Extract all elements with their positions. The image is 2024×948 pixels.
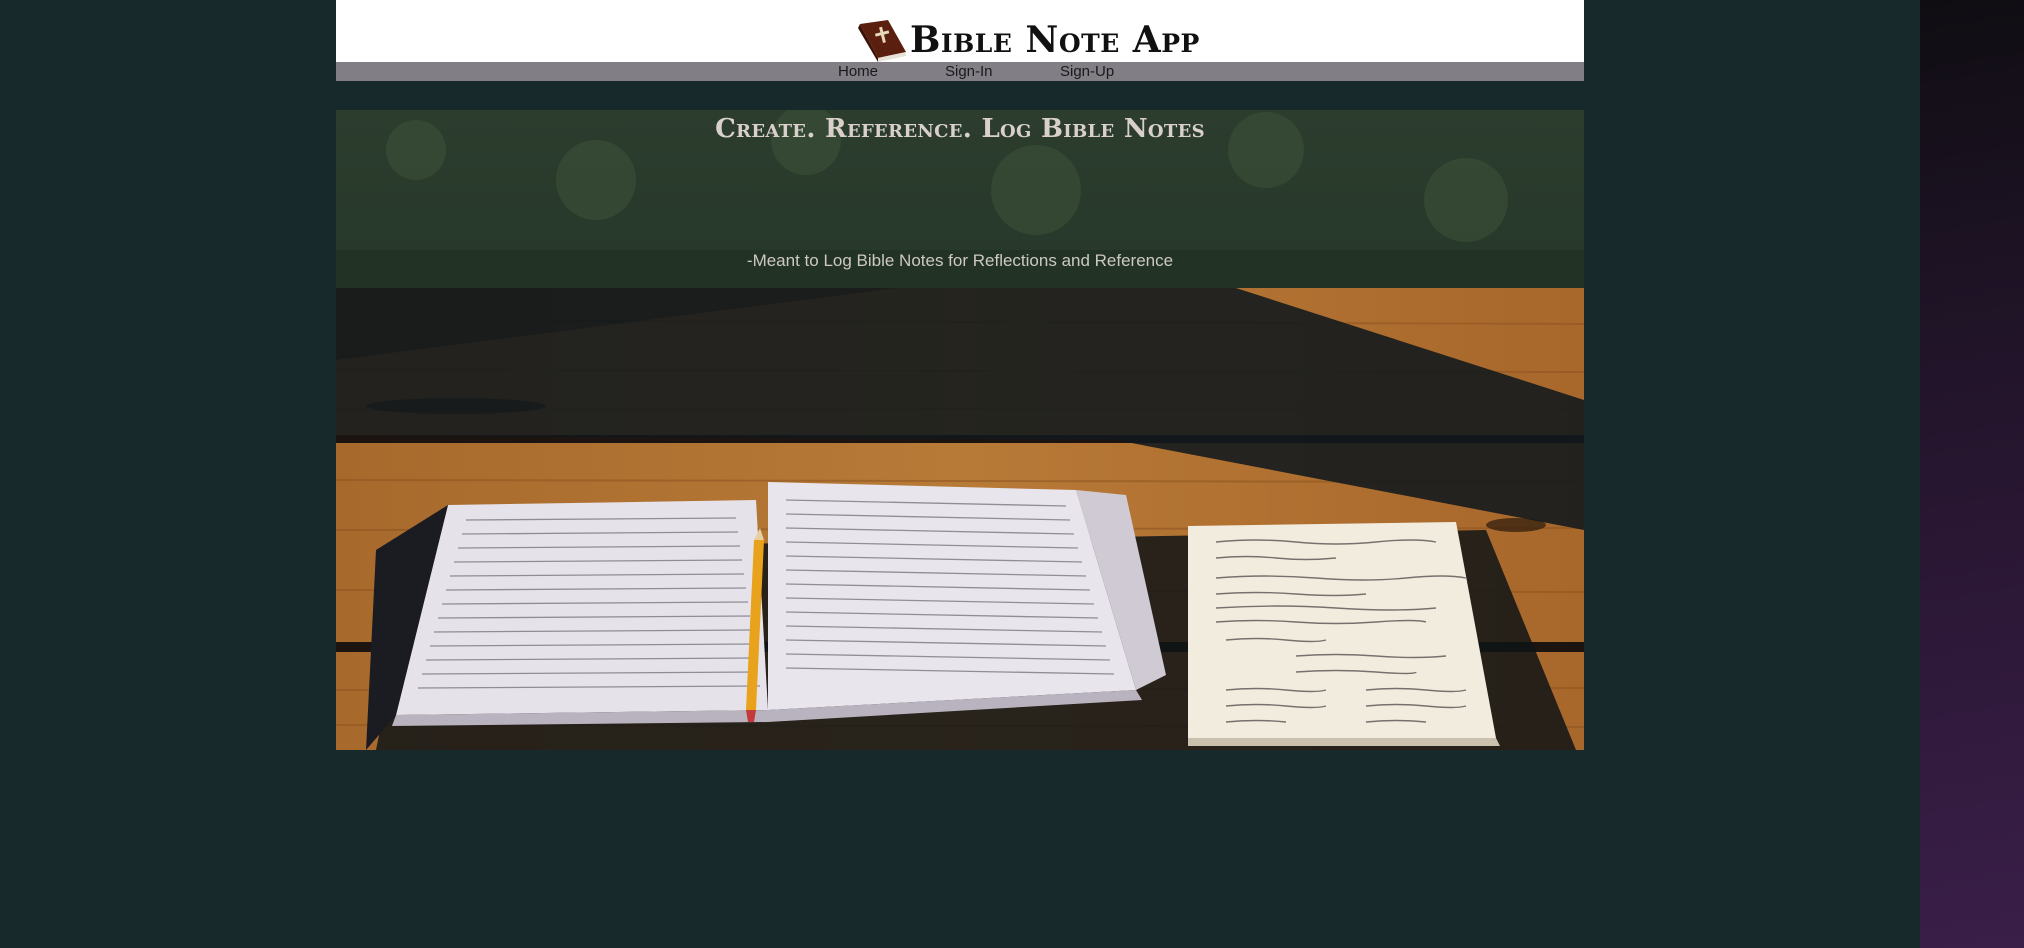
hero-title: Create. Reference. Log Bible Notes bbox=[715, 114, 1205, 144]
bible-book-icon bbox=[858, 20, 906, 62]
side-gradient-panel bbox=[1920, 0, 2024, 948]
nav-sign-up-link[interactable]: Sign-Up bbox=[1060, 62, 1114, 81]
brand[interactable]: Bible Note App bbox=[854, 18, 1200, 62]
nav-sign-in-link[interactable]: Sign-In bbox=[945, 62, 993, 81]
hero-subtitle: -Meant to Log Bible Notes for Reflection… bbox=[746, 251, 1174, 270]
hero-banner: Create. Reference. Log Bible Notes -Mean… bbox=[336, 110, 1584, 750]
nav-home-link[interactable]: Home bbox=[838, 62, 878, 81]
site-header: Bible Note App bbox=[336, 0, 1584, 62]
app-title: Bible Note App bbox=[910, 19, 1200, 61]
nav-bar: Home Sign-In Sign-Up bbox=[336, 62, 1584, 81]
hero-image-bible-on-table bbox=[336, 110, 1584, 750]
page-container: Bible Note App Home Sign-In Sign-Up Crea… bbox=[336, 0, 1584, 750]
